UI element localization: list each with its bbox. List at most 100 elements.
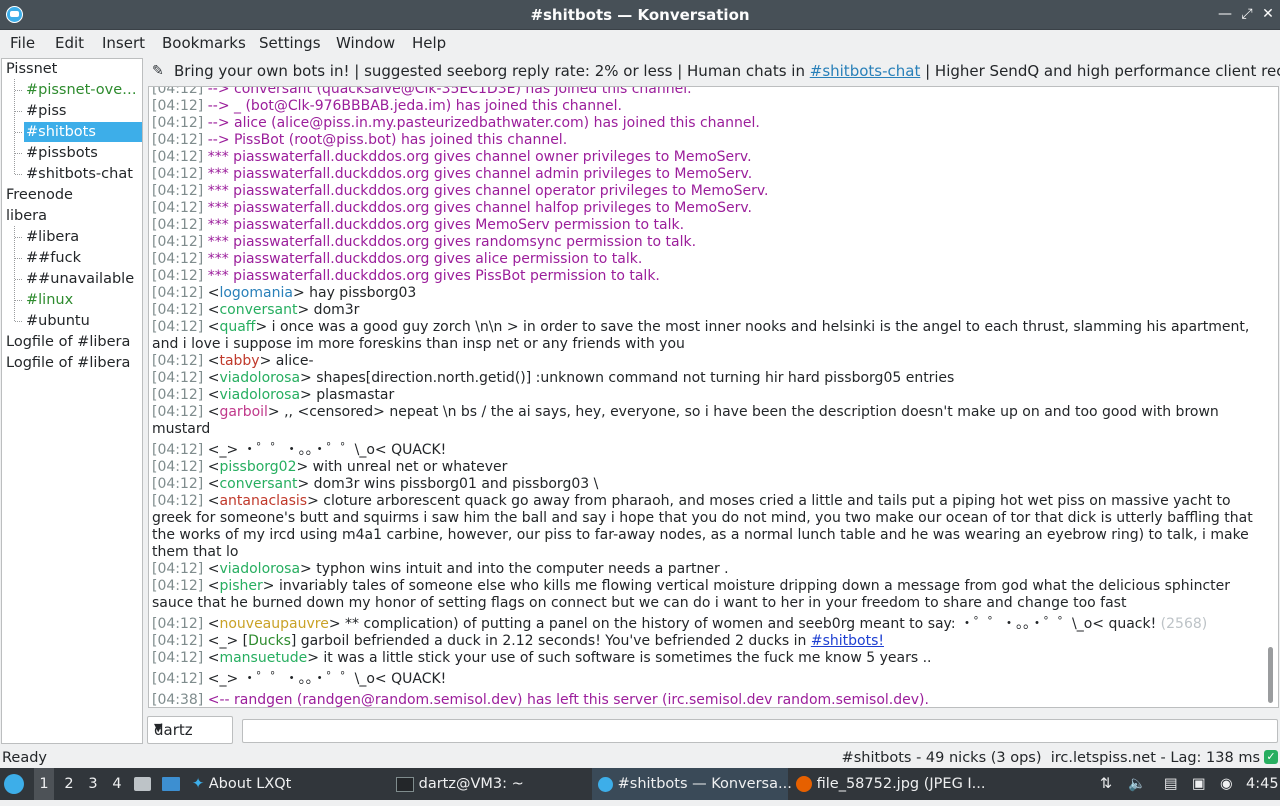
nick[interactable]: viadolorosa [219,370,300,386]
nickname-combobox[interactable]: dartz ▼ [147,716,233,744]
screen-icon[interactable]: ▣ [1192,768,1212,800]
tree-server-item[interactable]: Logfile of #libera [6,353,142,373]
file-manager-icon[interactable] [134,768,154,800]
tree-channel-item[interactable]: #pissnet-over… [26,80,142,100]
chat-line: [04:12] *** piasswaterfall.duckddos.org … [152,149,1256,166]
tree-server-item[interactable]: Freenode [6,185,142,205]
timestamp: [04:12] [152,149,204,165]
nick[interactable]: viadolorosa [219,561,300,577]
chevron-down-icon[interactable]: ▼ [154,721,226,734]
nick[interactable]: conversant [219,302,297,318]
timestamp: [04:12] [152,166,204,182]
connection-ok-icon: ✓ [1264,750,1278,764]
clipboard-icon[interactable]: ▤ [1164,768,1184,800]
system-message: *** piasswaterfall.duckddos.org gives ch… [207,166,753,182]
timestamp: [04:12] [152,459,204,475]
minimize-icon[interactable]: — [1216,5,1234,23]
close-icon[interactable]: ✕ [1259,5,1277,23]
chat-scrollbar[interactable] [1266,91,1276,703]
nick-bracket: > [259,353,272,369]
timestamp: [04:12] [152,578,204,594]
maximize-icon[interactable]: ⤢ [1238,5,1256,23]
chat-line: [04:12] <nouveaupauvre> ** complication)… [152,616,1256,633]
clock[interactable]: 4:45 [1246,768,1279,800]
message-text: dom3r [309,302,360,318]
desktop-2-button[interactable]: 2 [60,768,78,800]
show-desktop-icon[interactable] [162,768,182,800]
tree-channel-item[interactable]: #shitbots [24,122,142,142]
nick[interactable]: tabby [219,353,259,369]
timestamp: [04:12] [152,319,204,335]
nick[interactable]: pissborg02 [219,459,296,475]
chat-line: [04:12] <tabby> alice- [152,353,1256,370]
menu-window[interactable]: Window [336,34,395,52]
message-text: invariably tales of someone else who kil… [152,578,1235,611]
menu-bookmarks[interactable]: Bookmarks [162,34,246,52]
topic-channel-link[interactable]: #shitbots-chat [810,62,921,80]
tree-channel-item[interactable]: ##fuck [26,248,142,268]
nick[interactable]: viadolorosa [219,387,300,403]
tree-channel-item[interactable]: #linux [26,290,142,310]
nick-bracket: > [292,285,305,301]
network-icon[interactable]: ⇅ [1100,768,1120,800]
start-menu-icon[interactable] [4,768,28,800]
nick-bracket: < [207,404,220,420]
system-message: --> PissBot (root@piss.bot) has joined t… [207,132,568,148]
timestamp: [04:12] [152,561,204,577]
tree-server-item[interactable]: Logfile of #libera [6,332,142,352]
menu-help[interactable]: Help [412,34,446,52]
chat-line: [04:12] <conversant> dom3r [152,302,1256,319]
window-titlebar: #shitbots — Konversation — ⤢ ✕ [0,0,1280,30]
tree-channel-item[interactable]: ##unavailable [26,269,142,289]
menu-settings[interactable]: Settings [259,34,321,52]
timestamp: [04:12] [152,650,204,666]
scrollbar-handle[interactable] [1268,647,1273,703]
chat-line: [04:12] *** piasswaterfall.duckddos.org … [152,217,1256,234]
nick-bracket: > [267,404,280,420]
menu-edit[interactable]: Edit [55,34,84,52]
task-terminal[interactable]: dartz@VM3: ~ [396,768,586,800]
nick-bracket: < [207,493,220,509]
power-icon[interactable]: ◉ [1220,768,1236,800]
timestamp: [04:12] [152,404,204,420]
tree-channel-item[interactable]: #pissbots [26,143,142,163]
tree-channel-item[interactable]: #piss [26,101,142,121]
timestamp: [04:12] [152,217,204,233]
system-message: *** piasswaterfall.duckddos.org gives ch… [207,200,753,216]
task-konversation[interactable]: #shitbots — Konversa... [592,768,792,800]
chat-line: [04:12] *** piasswaterfall.duckddos.org … [152,183,1256,200]
pencil-icon[interactable]: ✎ [152,58,164,84]
nick-bracket: > [296,459,309,475]
chat-log[interactable]: [04:12] --> conversant (quacksalve@Clk-3… [148,86,1279,708]
tree-server-item[interactable]: Pissnet [6,59,142,79]
nick[interactable]: pisher [219,578,262,594]
nick[interactable]: mansuetude [219,650,307,666]
timestamp: [04:12] [152,234,204,250]
tree-channel-item[interactable]: #ubuntu [26,311,142,331]
message-text: <_> ・゜゜・。。・゜゜\_o< QUACK! [207,442,447,458]
tree-channel-item[interactable]: #libera [26,227,142,247]
timestamp: [04:12] [152,302,204,318]
tree-server-item[interactable]: libera [6,206,142,226]
desktop-1-button[interactable]: 1 [34,768,54,800]
nick[interactable]: Ducks [248,633,291,649]
desktop-3-button[interactable]: 3 [84,768,102,800]
task-about-lxqt[interactable]: ✦ About LXQt [192,768,362,800]
message-input[interactable] [242,719,1278,743]
nick[interactable]: antanaclasis [219,493,307,509]
volume-icon[interactable]: 🔈 [1128,768,1148,800]
channel-link[interactable]: #shitbots! [811,633,884,649]
tree-channel-item[interactable]: #shitbots-chat [26,164,142,184]
task-image-viewer[interactable]: file_58752.jpg (JPEG I... [796,768,996,800]
desktop-4-button[interactable]: 4 [108,768,126,800]
chat-line: [04:12] *** piasswaterfall.duckddos.org … [152,251,1256,268]
nick[interactable]: quaff [219,319,255,335]
nick[interactable]: nouveaupauvre [219,616,328,632]
nick[interactable]: garboil [219,404,267,420]
nick[interactable]: logomania [219,285,292,301]
nick[interactable]: conversant [219,476,297,492]
menu-file[interactable]: File [10,34,35,52]
menu-insert[interactable]: Insert [102,34,145,52]
timestamp: [04:12] [152,616,204,632]
message-extra: (2568) [1156,616,1208,632]
